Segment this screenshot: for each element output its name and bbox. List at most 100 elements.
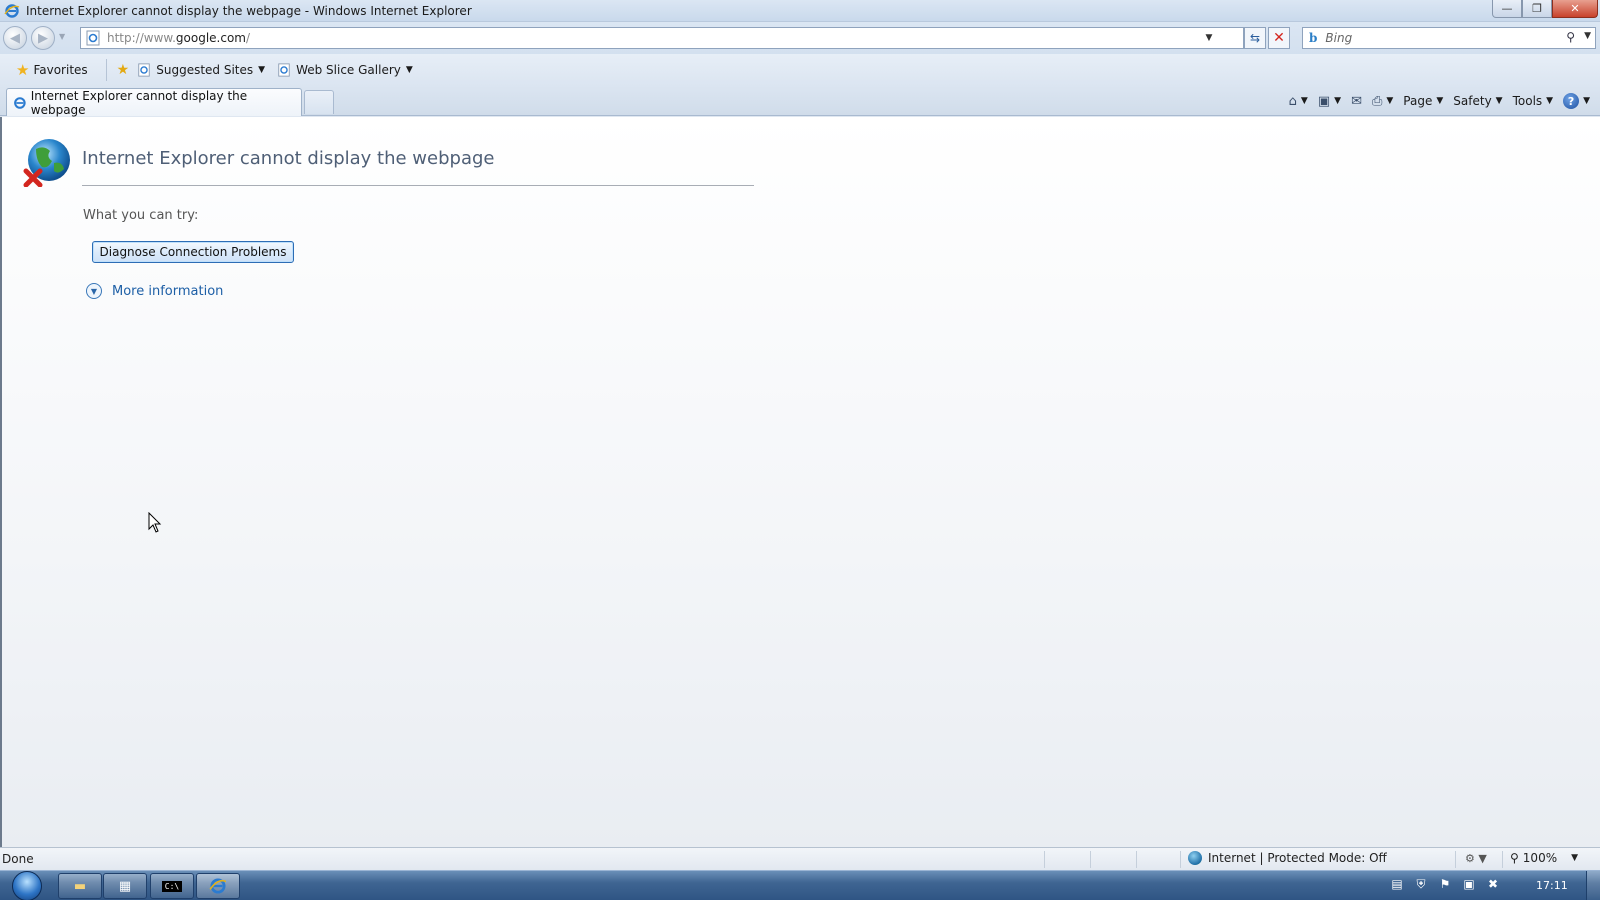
- title-divider: [82, 185, 754, 186]
- help-menu[interactable]: ? ▼: [1563, 93, 1590, 109]
- security-shield-icon[interactable]: ⛨: [1414, 877, 1428, 891]
- address-url: http://www.google.com/: [107, 31, 251, 45]
- mouse-cursor-icon: [148, 512, 162, 533]
- taskbar-command-prompt[interactable]: C:\: [150, 873, 194, 899]
- tab-active[interactable]: Internet Explorer cannot display the web…: [6, 88, 302, 117]
- web-slice-gallery-label: Web Slice Gallery: [296, 63, 401, 77]
- new-tab-button[interactable]: [304, 90, 334, 114]
- zoom-level[interactable]: ⚲ 100% ▼: [1510, 851, 1578, 865]
- internet-explorer-icon: [4, 3, 20, 18]
- title-bar: Internet Explorer cannot display the web…: [0, 0, 1600, 22]
- chevron-down-icon: ▼: [405, 65, 413, 75]
- chevron-down-icon: ▼: [1495, 96, 1503, 106]
- error-globe-icon: [23, 139, 70, 187]
- ie-page-icon: [138, 63, 150, 77]
- printer-icon: ⎙: [1371, 93, 1383, 109]
- web-slice-gallery-link[interactable]: Web Slice Gallery ▼: [277, 59, 413, 81]
- network-icon[interactable]: ▣: [1462, 877, 1476, 891]
- what-you-can-try-label: What you can try:: [83, 208, 199, 223]
- chevron-down-icon: ▼: [1571, 853, 1579, 863]
- back-button[interactable]: ◀: [3, 26, 27, 50]
- taskbar-task-manager[interactable]: ▦: [103, 873, 147, 899]
- safety-menu-label: Safety: [1453, 94, 1492, 108]
- start-button[interactable]: [8, 871, 46, 900]
- chevron-down-icon: ▼: [1386, 96, 1394, 106]
- expand-chevron-icon: ▼: [86, 283, 102, 299]
- page-menu[interactable]: Page ▼: [1403, 94, 1443, 108]
- restore-button[interactable]: ❐: [1522, 0, 1552, 18]
- status-separator: [1136, 851, 1137, 868]
- document-icon[interactable]: ▤: [1390, 877, 1404, 891]
- tools-menu[interactable]: Tools ▼: [1513, 94, 1553, 108]
- recent-pages-dropdown[interactable]: ▼: [59, 32, 65, 41]
- zoom-icon: ⚲: [1510, 851, 1519, 865]
- show-desktop-button[interactable]: [1586, 871, 1600, 900]
- status-separator: [1502, 851, 1503, 868]
- diagnose-connection-button[interactable]: Diagnose Connection Problems: [92, 241, 294, 263]
- tab-row: Internet Explorer cannot display the web…: [0, 86, 1600, 117]
- folder-icon: ▬: [73, 878, 87, 894]
- tab-label: Internet Explorer cannot display the web…: [30, 88, 248, 117]
- volume-muted-icon[interactable]: ✖: [1486, 877, 1500, 891]
- safety-menu[interactable]: Safety ▼: [1453, 94, 1502, 108]
- windows-logo-icon: [12, 871, 42, 900]
- more-information-label: More information: [112, 283, 224, 299]
- status-text: Done: [2, 852, 34, 866]
- internet-explorer-icon: [14, 96, 26, 109]
- taskbar-clock[interactable]: 17:11: [1536, 879, 1568, 892]
- suggested-sites-label: Suggested Sites: [156, 63, 254, 77]
- help-icon: ?: [1563, 93, 1580, 109]
- taskbar-windows-explorer[interactable]: ▬: [58, 873, 102, 899]
- address-dropdown-icon[interactable]: ▼: [1201, 30, 1217, 46]
- refresh-button[interactable]: ⇆: [1244, 27, 1266, 49]
- page-icon: [86, 30, 100, 46]
- search-options-dropdown-icon[interactable]: ▼: [1584, 31, 1591, 41]
- add-to-favorites-bar-icon[interactable]: ★: [117, 62, 130, 78]
- zone-label: Internet | Protected Mode: Off: [1208, 851, 1387, 865]
- chevron-down-icon: ▼: [1546, 96, 1554, 106]
- more-information-link[interactable]: ▼ More information: [86, 283, 223, 299]
- protected-mode-tools-icon[interactable]: ⚙ ▼: [1465, 852, 1487, 865]
- favorites-separator: [105, 59, 107, 81]
- favorites-label: Favorites: [33, 63, 88, 77]
- chevron-down-icon: ▼: [1300, 96, 1308, 106]
- suggested-sites-link[interactable]: Suggested Sites ▼: [137, 59, 265, 81]
- taskbar-internet-explorer[interactable]: [196, 873, 240, 899]
- refresh-icon: ⇆: [1249, 31, 1261, 45]
- zoom-label: 100%: [1522, 851, 1558, 865]
- print-button[interactable]: ⎙ ▼: [1372, 94, 1393, 109]
- security-zone[interactable]: Internet | Protected Mode: Off: [1188, 851, 1387, 865]
- favorites-bar: ★ Favorites ★ Suggested Sites ▼ Web Slic…: [0, 54, 1600, 86]
- chevron-down-icon: ▼: [1436, 96, 1444, 106]
- internet-zone-icon: [1188, 851, 1202, 865]
- taskbar: ▬ ▦ C:\ ▤ ⛨ ⚑ ▣ ✖ 17:11: [0, 870, 1600, 900]
- internet-explorer-icon: [209, 878, 227, 894]
- search-icon[interactable]: ⚲: [1566, 30, 1575, 44]
- status-separator: [1180, 851, 1181, 868]
- home-button[interactable]: ⌂ ▼: [1289, 94, 1308, 109]
- command-bar: ⌂ ▼ ▣ ▼ ✉ ⎙ ▼ Page ▼ Safety ▼ Tools ▼ ? ▼: [1279, 90, 1590, 112]
- close-button[interactable]: ✕: [1552, 0, 1598, 18]
- feeds-button[interactable]: ▣ ▼: [1318, 94, 1341, 109]
- status-separator: [1044, 851, 1045, 868]
- stop-icon: ✕: [1273, 30, 1285, 46]
- forward-button[interactable]: ▶: [31, 26, 55, 50]
- favorites-button[interactable]: ★ Favorites: [16, 59, 88, 81]
- action-center-flag-icon[interactable]: ⚑: [1438, 877, 1452, 891]
- bing-icon: b: [1309, 31, 1318, 45]
- stop-button[interactable]: ✕: [1268, 27, 1290, 49]
- home-icon: ⌂: [1288, 93, 1297, 109]
- search-input[interactable]: b Bing ⚲ ▼: [1302, 27, 1596, 49]
- command-prompt-icon: C:\: [161, 880, 183, 892]
- status-bar: Done Internet | Protected Mode: Off ⚙ ▼ …: [0, 847, 1600, 870]
- read-mail-button[interactable]: ✉: [1351, 94, 1362, 109]
- minimize-button[interactable]: —: [1492, 0, 1522, 18]
- status-separator: [1455, 851, 1456, 868]
- back-arrow-icon: ◀: [10, 30, 20, 46]
- status-separator: [1090, 851, 1091, 868]
- window-title: Internet Explorer cannot display the web…: [26, 3, 472, 18]
- favorites-star-icon: ★: [16, 61, 30, 79]
- mail-icon: ✉: [1351, 93, 1362, 109]
- address-input[interactable]: http://www.google.com/ ▼: [80, 27, 1244, 49]
- search-placeholder: Bing: [1325, 31, 1353, 45]
